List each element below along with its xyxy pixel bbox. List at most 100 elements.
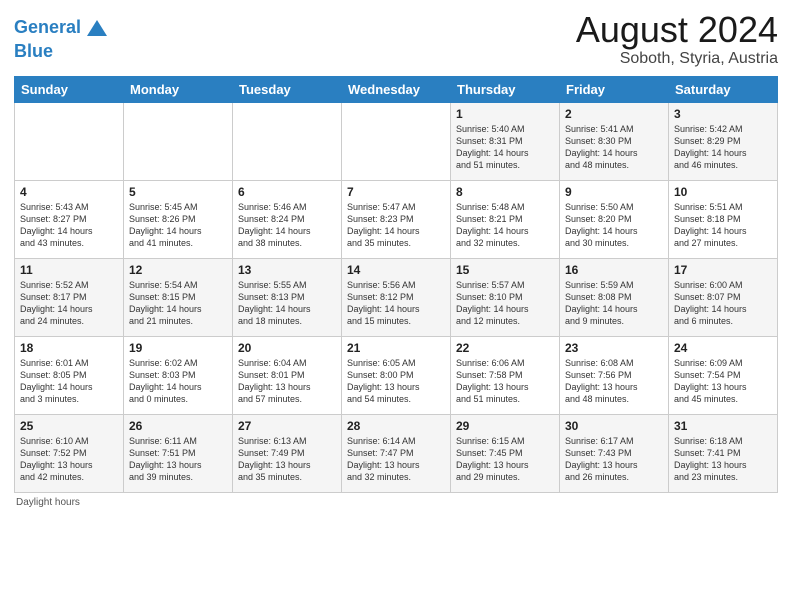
col-saturday: Saturday — [669, 76, 778, 102]
day-info: Sunrise: 6:01 AM Sunset: 8:05 PM Dayligh… — [20, 357, 118, 406]
table-row: 2Sunrise: 5:41 AM Sunset: 8:30 PM Daylig… — [560, 102, 669, 180]
table-row: 23 Sunrise: 6:08 AM Sunset: 7:56 PM Dayli… — [560, 336, 669, 414]
table-row: 6 Sunrise: 5:46 AM Sunset: 8:24 PM Daylig… — [233, 180, 342, 258]
col-wednesday: Wednesday — [342, 76, 451, 102]
day-info: Sunrise: 6:00 AM Sunset: 8:07 PM Dayligh… — [674, 279, 772, 328]
day-info: Sunrise: 5:42 AM Sunset: 8:29 PM Dayligh… — [674, 123, 772, 172]
month-year-title: August 2024 — [576, 10, 778, 50]
table-row: 3Sunrise: 5:42 AM Sunset: 8:29 PM Daylig… — [669, 102, 778, 180]
table-row: 5Sunrise: 5:45 AM Sunset: 8:26 PM Daylig… — [124, 180, 233, 258]
table-row — [233, 102, 342, 180]
col-thursday: Thursday — [451, 76, 560, 102]
table-row: 22Sunrise: 6:06 AM Sunset: 7:58 PM Dayli… — [451, 336, 560, 414]
table-row: 29 Sunrise: 6:15 AM Sunset: 7:45 PM Dayli… — [451, 414, 560, 492]
table-row: 11Sunrise: 5:52 AM Sunset: 8:17 PM Dayli… — [15, 258, 124, 336]
logo-icon — [83, 14, 111, 42]
table-row: 17 Sunrise: 6:00 AM Sunset: 8:07 PM Dayli… — [669, 258, 778, 336]
day-number: 29 — [456, 419, 554, 433]
day-number: 16 — [565, 263, 663, 277]
col-sunday: Sunday — [15, 76, 124, 102]
day-info: Sunrise: 5:46 AM Sunset: 8:24 PM Dayligh… — [238, 201, 336, 250]
col-tuesday: Tuesday — [233, 76, 342, 102]
day-number: 20 — [238, 341, 336, 355]
day-number: 19 — [129, 341, 227, 355]
table-row: 28 Sunrise: 6:14 AM Sunset: 7:47 PM Dayli… — [342, 414, 451, 492]
day-number: 9 — [565, 185, 663, 199]
day-info: Sunrise: 6:13 AM Sunset: 7:49 PM Dayligh… — [238, 435, 336, 484]
day-number: 2 — [565, 107, 663, 121]
day-number: 28 — [347, 419, 445, 433]
table-row — [15, 102, 124, 180]
day-info: Sunrise: 6:17 AM Sunset: 7:43 PM Dayligh… — [565, 435, 663, 484]
day-number: 24 — [674, 341, 772, 355]
day-info: Sunrise: 5:40 AM Sunset: 8:31 PM Dayligh… — [456, 123, 554, 172]
day-number: 22 — [456, 341, 554, 355]
table-row: 24 Sunrise: 6:09 AM Sunset: 7:54 PM Dayli… — [669, 336, 778, 414]
table-row: 27 Sunrise: 6:13 AM Sunset: 7:49 PM Dayli… — [233, 414, 342, 492]
calendar-table: Sunday Monday Tuesday Wednesday Thursday… — [14, 76, 778, 493]
day-number: 10 — [674, 185, 772, 199]
table-row: 21 Sunrise: 6:05 AM Sunset: 8:00 PM Dayli… — [342, 336, 451, 414]
table-row: 15Sunrise: 5:57 AM Sunset: 8:10 PM Dayli… — [451, 258, 560, 336]
day-info: Sunrise: 5:48 AM Sunset: 8:21 PM Dayligh… — [456, 201, 554, 250]
calendar-week-row: 1 Sunrise: 5:40 AM Sunset: 8:31 PM Daylig… — [15, 102, 778, 180]
table-row: 7 Sunrise: 5:47 AM Sunset: 8:23 PM Daylig… — [342, 180, 451, 258]
table-row — [342, 102, 451, 180]
day-number: 4 — [20, 185, 118, 199]
day-info: Sunrise: 6:04 AM Sunset: 8:01 PM Dayligh… — [238, 357, 336, 406]
table-row: 14 Sunrise: 5:56 AM Sunset: 8:12 PM Dayli… — [342, 258, 451, 336]
table-row: 10Sunrise: 5:51 AM Sunset: 8:18 PM Dayli… — [669, 180, 778, 258]
logo: General Blue — [14, 14, 111, 62]
day-info: Sunrise: 6:09 AM Sunset: 7:54 PM Dayligh… — [674, 357, 772, 406]
calendar-week-row: 18 Sunrise: 6:01 AM Sunset: 8:05 PM Dayli… — [15, 336, 778, 414]
logo-text-blue: Blue — [14, 42, 111, 62]
table-row: 12Sunrise: 5:54 AM Sunset: 8:15 PM Dayli… — [124, 258, 233, 336]
day-number: 31 — [674, 419, 772, 433]
page-container: General Blue August 2024 Soboth, Styria,… — [0, 0, 792, 518]
calendar-header-row: Sunday Monday Tuesday Wednesday Thursday… — [15, 76, 778, 102]
header: General Blue August 2024 Soboth, Styria,… — [14, 10, 778, 68]
day-number: 17 — [674, 263, 772, 277]
calendar-week-row: 25Sunrise: 6:10 AM Sunset: 7:52 PM Dayli… — [15, 414, 778, 492]
day-info: Sunrise: 6:15 AM Sunset: 7:45 PM Dayligh… — [456, 435, 554, 484]
day-number: 7 — [347, 185, 445, 199]
day-info: Sunrise: 5:54 AM Sunset: 8:15 PM Dayligh… — [129, 279, 227, 328]
day-number: 18 — [20, 341, 118, 355]
table-row: 31 Sunrise: 6:18 AM Sunset: 7:41 PM Dayli… — [669, 414, 778, 492]
day-number: 30 — [565, 419, 663, 433]
col-friday: Friday — [560, 76, 669, 102]
table-row: 8 Sunrise: 5:48 AM Sunset: 8:21 PM Daylig… — [451, 180, 560, 258]
day-number: 27 — [238, 419, 336, 433]
day-info: Sunrise: 5:56 AM Sunset: 8:12 PM Dayligh… — [347, 279, 445, 328]
day-number: 6 — [238, 185, 336, 199]
day-info: Sunrise: 6:08 AM Sunset: 7:56 PM Dayligh… — [565, 357, 663, 406]
table-row: 9Sunrise: 5:50 AM Sunset: 8:20 PM Daylig… — [560, 180, 669, 258]
day-info: Sunrise: 6:05 AM Sunset: 8:00 PM Dayligh… — [347, 357, 445, 406]
table-row: 16 Sunrise: 5:59 AM Sunset: 8:08 PM Dayli… — [560, 258, 669, 336]
day-info: Sunrise: 5:52 AM Sunset: 8:17 PM Dayligh… — [20, 279, 118, 328]
day-info: Sunrise: 6:18 AM Sunset: 7:41 PM Dayligh… — [674, 435, 772, 484]
table-row: 30 Sunrise: 6:17 AM Sunset: 7:43 PM Dayli… — [560, 414, 669, 492]
day-number: 26 — [129, 419, 227, 433]
title-block: August 2024 Soboth, Styria, Austria — [576, 10, 778, 68]
day-info: Sunrise: 5:47 AM Sunset: 8:23 PM Dayligh… — [347, 201, 445, 250]
day-number: 23 — [565, 341, 663, 355]
logo-text: General — [14, 18, 81, 38]
day-info: Sunrise: 5:43 AM Sunset: 8:27 PM Dayligh… — [20, 201, 118, 250]
day-number: 13 — [238, 263, 336, 277]
col-monday: Monday — [124, 76, 233, 102]
day-number: 1 — [456, 107, 554, 121]
day-number: 21 — [347, 341, 445, 355]
day-info: Sunrise: 6:14 AM Sunset: 7:47 PM Dayligh… — [347, 435, 445, 484]
calendar-week-row: 4 Sunrise: 5:43 AM Sunset: 8:27 PM Daylig… — [15, 180, 778, 258]
table-row: 26Sunrise: 6:11 AM Sunset: 7:51 PM Dayli… — [124, 414, 233, 492]
table-row — [124, 102, 233, 180]
table-row: 4 Sunrise: 5:43 AM Sunset: 8:27 PM Daylig… — [15, 180, 124, 258]
location-title: Soboth, Styria, Austria — [576, 50, 778, 68]
day-number: 14 — [347, 263, 445, 277]
day-info: Sunrise: 5:59 AM Sunset: 8:08 PM Dayligh… — [565, 279, 663, 328]
day-info: Sunrise: 6:02 AM Sunset: 8:03 PM Dayligh… — [129, 357, 227, 406]
day-number: 8 — [456, 185, 554, 199]
day-number: 5 — [129, 185, 227, 199]
day-number: 15 — [456, 263, 554, 277]
